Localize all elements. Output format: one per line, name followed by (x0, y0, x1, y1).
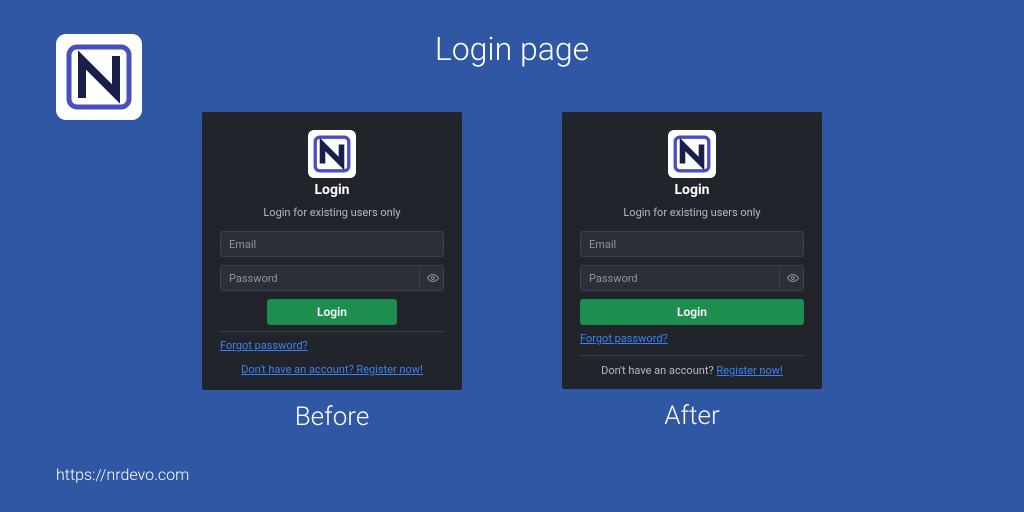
toggle-password-visibility[interactable] (779, 267, 801, 289)
n-logo-icon (673, 135, 711, 173)
login-button[interactable]: Login (267, 299, 397, 325)
site-url: https://nrdevo.com (56, 465, 189, 484)
login-button[interactable]: Login (580, 299, 804, 325)
register-link[interactable]: Don't have an account? Register now! (241, 363, 423, 376)
card-logo (668, 130, 716, 178)
login-heading: Login (220, 182, 444, 198)
password-placeholder: Password (229, 272, 278, 285)
email-placeholder: Email (229, 238, 256, 251)
password-placeholder: Password (589, 272, 638, 285)
email-field[interactable]: Email (220, 231, 444, 257)
after-column: Login Login for existing users only Emai… (562, 112, 822, 432)
login-heading: Login (580, 182, 804, 198)
divider (220, 331, 444, 332)
forgot-password-link[interactable]: Forgot password? (220, 339, 308, 352)
register-link[interactable]: Register now! (716, 364, 782, 377)
page-title: Login page (435, 30, 589, 68)
register-prompt: Don't have an account? (601, 364, 714, 377)
email-field[interactable]: Email (580, 231, 804, 257)
caption-before: Before (295, 402, 370, 432)
divider (580, 355, 804, 356)
site-logo (56, 34, 142, 120)
password-field[interactable]: Password (220, 265, 444, 291)
n-logo-icon (65, 43, 133, 111)
eye-icon (787, 272, 799, 284)
card-logo-wrap (580, 130, 804, 178)
card-logo (308, 130, 356, 178)
n-logo-icon (313, 135, 351, 173)
login-card-after: Login Login for existing users only Emai… (562, 112, 822, 389)
login-subheading: Login for existing users only (220, 206, 444, 219)
login-subheading: Login for existing users only (580, 206, 804, 219)
before-column: Login Login for existing users only Emai… (202, 112, 462, 432)
email-placeholder: Email (589, 238, 616, 251)
card-logo-wrap (220, 130, 444, 178)
toggle-password-visibility[interactable] (419, 267, 441, 289)
password-field[interactable]: Password (580, 265, 804, 291)
comparison-row: Login Login for existing users only Emai… (202, 112, 822, 432)
eye-icon (427, 272, 439, 284)
caption-after: After (664, 401, 719, 431)
forgot-password-link[interactable]: Forgot password? (580, 332, 668, 345)
login-card-before: Login Login for existing users only Emai… (202, 112, 462, 390)
